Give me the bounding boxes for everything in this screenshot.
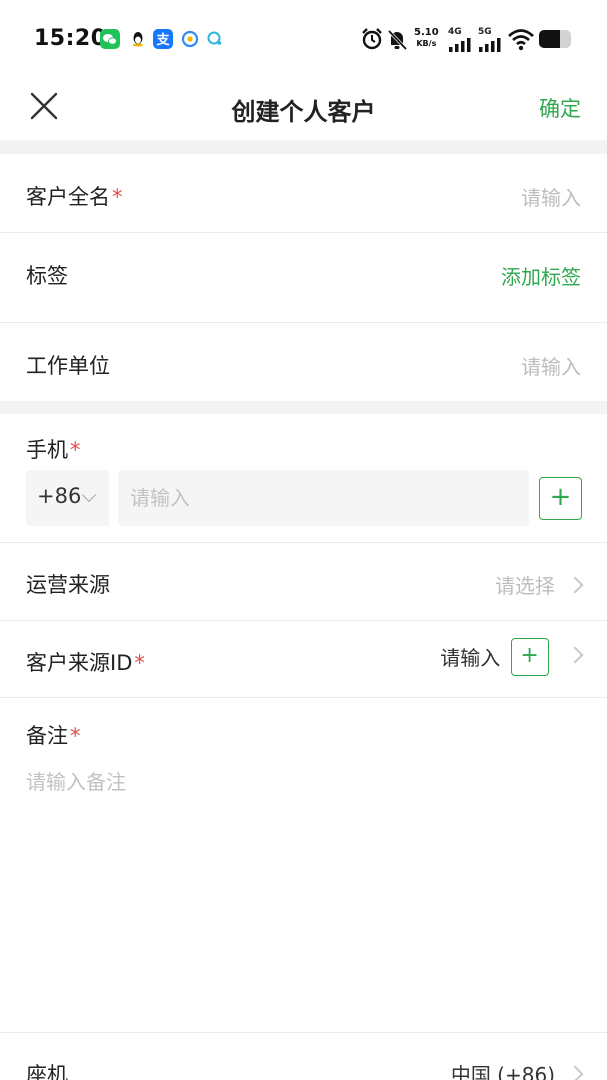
wechat-icon (100, 29, 120, 49)
add-mobile-button[interactable]: + (539, 477, 582, 520)
tags-label: 标签 (26, 264, 68, 288)
landline-country-select[interactable]: 中国 (+86) (450, 1059, 584, 1080)
chevron-right-icon (566, 576, 584, 594)
chevron-right-icon (566, 1065, 584, 1080)
signal-4g-label: 4G (448, 27, 462, 37)
ops-source-row[interactable]: 运营来源 请选择 (0, 543, 607, 620)
section-gap (0, 401, 607, 414)
customer-name-input[interactable]: 请输入 (521, 182, 581, 211)
mute-bell-icon (386, 24, 408, 54)
alarm-icon (360, 24, 384, 54)
remark-textarea[interactable]: 请输入备注 (26, 766, 126, 795)
chevron-down-icon (81, 487, 97, 503)
confirm-button[interactable]: 确定 (539, 93, 581, 123)
customer-name-row[interactable]: 客户全名* 请输入 (0, 154, 607, 232)
employer-label: 工作单位 (26, 354, 110, 378)
status-time: 15:20 (34, 26, 107, 51)
mobile-input[interactable] (118, 470, 529, 526)
signal-4g-icon: 4G (448, 24, 474, 54)
remark-label: 备注* (26, 720, 81, 750)
battery-icon (538, 24, 574, 54)
add-source-id-button[interactable]: + (510, 638, 549, 676)
section-gap (0, 140, 607, 154)
landline-country-value: 中国 (+86) (450, 1063, 555, 1080)
customer-name-label: 客户全名* (26, 181, 123, 211)
employer-input[interactable]: 请输入 (521, 351, 581, 380)
country-code-select[interactable]: +86 (26, 470, 109, 526)
ops-source-label: 运营来源 (26, 573, 110, 597)
alipay-icon: 支 (153, 29, 173, 49)
signal-5g-label: 5G (478, 27, 492, 37)
nav-bar: 创建个人客户 确定 (0, 80, 607, 140)
required-mark: * (112, 185, 123, 209)
chevron-right-icon (566, 646, 584, 663)
customer-name-label-text: 客户全名 (26, 185, 110, 209)
page-title: 创建个人客户 (231, 98, 376, 126)
add-tag-button[interactable]: 添加标签 (501, 261, 581, 290)
tags-row[interactable]: 标签 添加标签 (0, 233, 607, 322)
signal-5g-icon: 5G (478, 24, 504, 54)
source-id-label-text: 客户来源ID (26, 651, 133, 675)
mail-icon (180, 29, 200, 49)
required-mark: * (134, 651, 145, 675)
required-mark: * (70, 724, 81, 748)
required-mark: * (70, 438, 81, 462)
country-code-value: +86 (37, 484, 82, 508)
remark-row: 备注* (0, 698, 607, 1032)
employer-row[interactable]: 工作单位 请输入 (0, 323, 607, 401)
source-id-field[interactable]: 请输入 + (440, 638, 584, 678)
source-id-value: 请输入 (440, 645, 501, 670)
mobile-label-text: 手机 (26, 438, 68, 462)
net-speed-value: 5.10 (414, 27, 439, 38)
status-bar: 15:20 支 5.10 KB/s 4G 5G (0, 0, 607, 80)
source-id-label: 客户来源ID* (26, 647, 145, 677)
qq-icon (128, 29, 148, 49)
wifi-icon (507, 24, 535, 54)
landline-row[interactable]: 座机 中国 (+86) (0, 1033, 607, 1080)
ops-source-select[interactable]: 请选择 (495, 570, 584, 599)
chat-bubble-icon (205, 29, 225, 49)
net-speed: 5.10 KB/s (414, 27, 439, 49)
mobile-label: 手机* (26, 434, 81, 464)
landline-label: 座机 (26, 1063, 68, 1080)
remark-label-text: 备注 (26, 724, 68, 748)
net-speed-unit: KB/s (416, 39, 437, 48)
source-id-row[interactable]: 客户来源ID* 请输入 + (0, 621, 607, 697)
svg-text:支: 支 (155, 32, 170, 48)
ops-source-placeholder: 请选择 (495, 574, 555, 598)
